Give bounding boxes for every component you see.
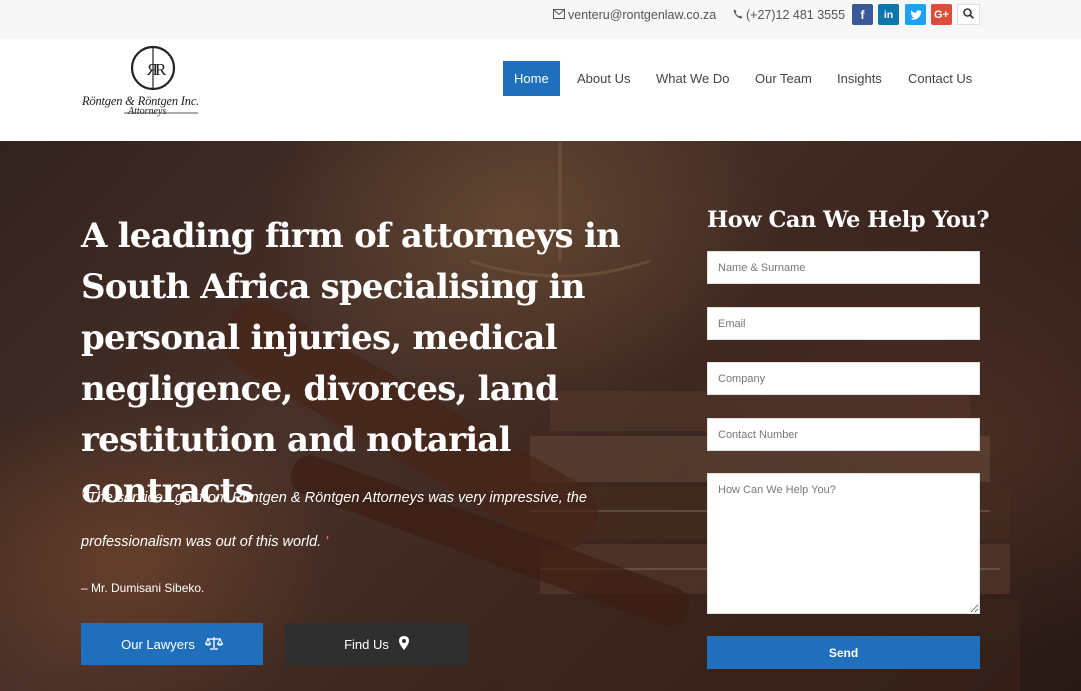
find-us-button[interactable]: Find Us: [285, 623, 468, 665]
contact-email-text: venteru@rontgenlaw.co.za: [568, 8, 717, 22]
hero-section: A leading firm of attorneys in South Afr…: [0, 141, 1081, 691]
testimonial-text: The service I got from Röntgen & Röntgen…: [81, 490, 587, 550]
nav-what-we-do[interactable]: What We Do: [645, 61, 740, 96]
logo-subtitle: Attorneys: [128, 106, 167, 117]
send-button[interactable]: Send: [707, 636, 980, 669]
linkedin-icon[interactable]: in: [878, 4, 899, 25]
search-button[interactable]: [957, 4, 980, 25]
search-icon: [963, 6, 974, 24]
phone-icon: [733, 8, 743, 22]
company-field[interactable]: [707, 362, 980, 395]
facebook-icon[interactable]: f: [852, 4, 873, 25]
nav-insights[interactable]: Insights: [826, 61, 893, 96]
email-field[interactable]: [707, 307, 980, 340]
nav-our-team[interactable]: Our Team: [744, 61, 823, 96]
logo[interactable]: R R Röntgen & Röntgen Inc. Attorneys: [80, 43, 230, 117]
our-lawyers-button[interactable]: Our Lawyers: [81, 623, 263, 665]
nav-about-us[interactable]: About Us: [566, 61, 641, 96]
scales-icon: [204, 636, 224, 653]
quote-open-mark: ': [81, 490, 84, 506]
contact-form-title: How Can We Help You?: [707, 207, 990, 233]
find-us-label: Find Us: [344, 636, 389, 652]
quote-close-mark: ': [325, 534, 328, 550]
nav-contact-us[interactable]: Contact Us: [897, 61, 983, 96]
map-marker-icon: [398, 635, 409, 653]
testimonial-quote: ' The service I got from Röntgen & Röntg…: [81, 476, 621, 564]
testimonial-author: – Mr. Dumisani Sibeko.: [81, 581, 205, 595]
contact-phone[interactable]: (+27)12 481 3555: [733, 8, 845, 22]
contact-phone-text: (+27)12 481 3555: [746, 8, 846, 22]
nav-home[interactable]: Home: [503, 61, 560, 96]
top-bar: venteru@rontgenlaw.co.za (+27)12 481 355…: [0, 0, 1081, 39]
envelope-icon: [553, 8, 565, 22]
hero-headline: A leading firm of attorneys in South Afr…: [81, 216, 621, 511]
our-lawyers-label: Our Lawyers: [121, 636, 195, 652]
twitter-icon[interactable]: [905, 4, 926, 25]
google-plus-icon[interactable]: G+: [931, 4, 952, 25]
name-field[interactable]: [707, 251, 980, 284]
svg-text:R: R: [155, 60, 167, 79]
message-field[interactable]: [707, 473, 980, 614]
site-header: R R Röntgen & Röntgen Inc. Attorneys Hom…: [0, 39, 1081, 141]
contact-number-field[interactable]: [707, 418, 980, 451]
contact-email[interactable]: venteru@rontgenlaw.co.za: [553, 8, 716, 22]
